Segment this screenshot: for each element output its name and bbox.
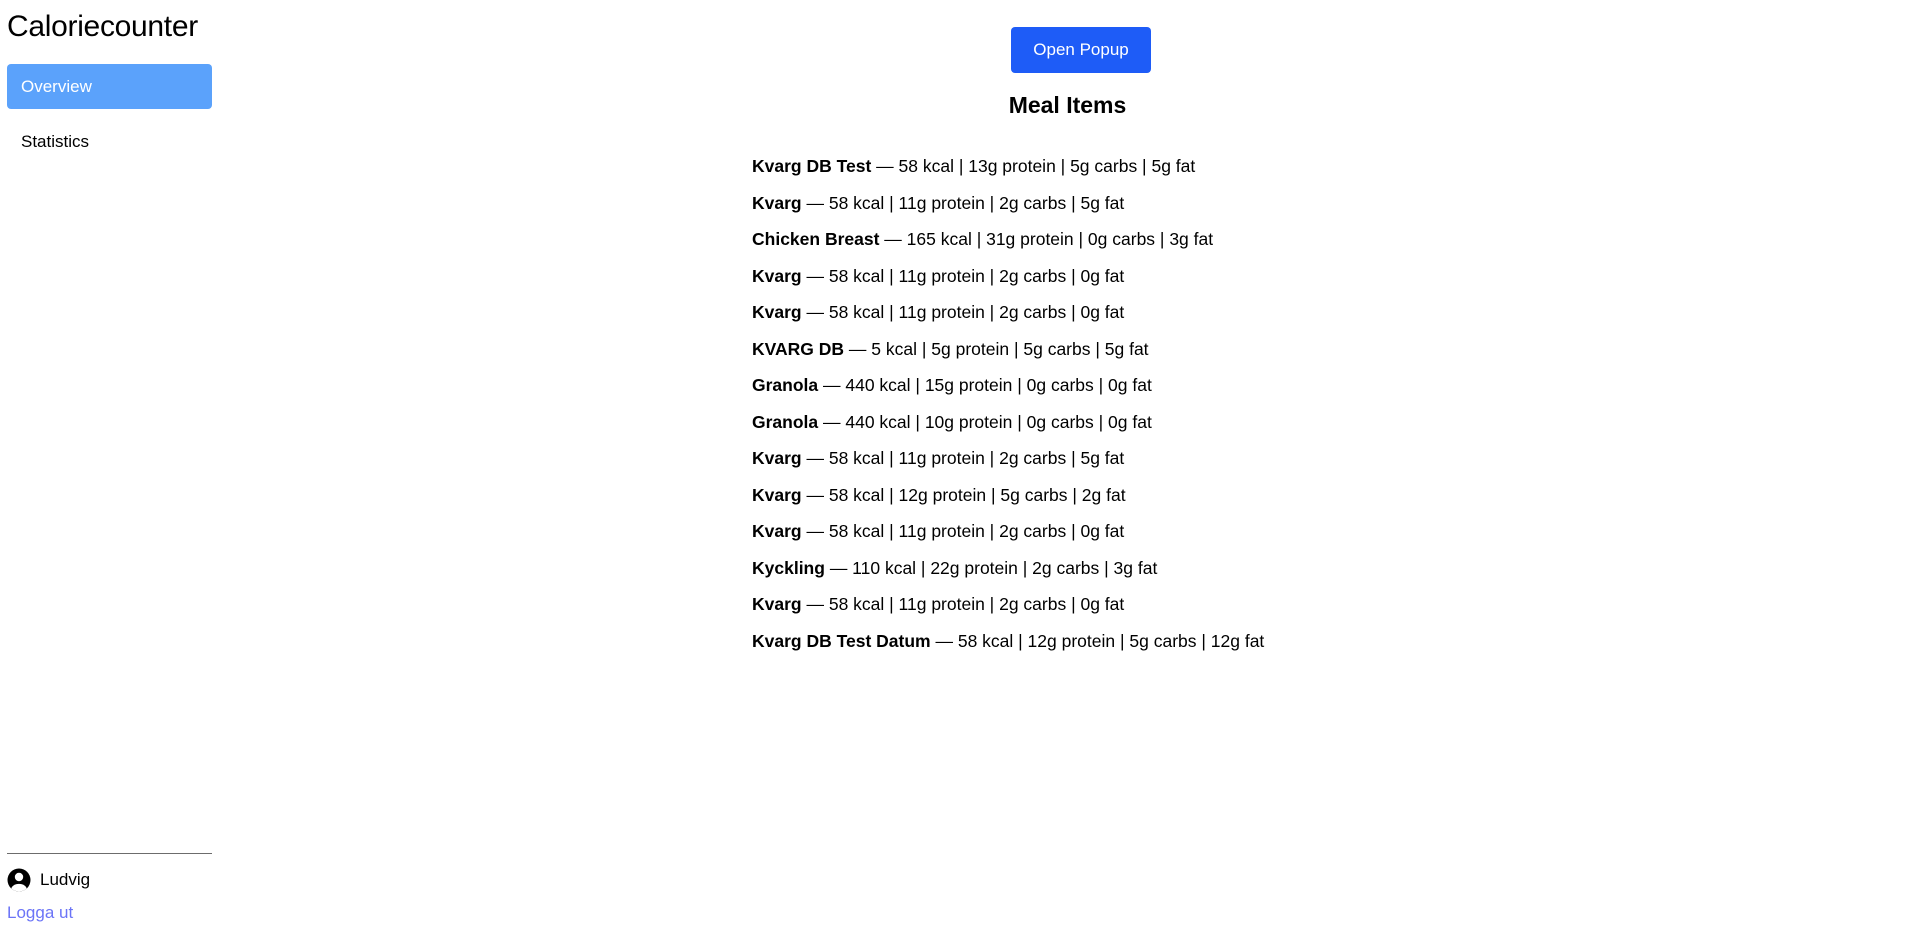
sidebar-divider xyxy=(7,853,212,854)
meal-item-name: Chicken Breast xyxy=(752,229,880,249)
meal-item-details: — 58 kcal | 12g protein | 5g carbs | 2g … xyxy=(801,484,1126,505)
meal-items-list: Kvarg DB Test — 58 kcal | 13g protein | … xyxy=(752,151,1264,662)
meal-item: Kvarg — 58 kcal | 11g protein | 2g carbs… xyxy=(752,443,1264,480)
meal-item-details: — 165 kcal | 31g protein | 0g carbs | 3g… xyxy=(879,229,1214,249)
open-popup-button[interactable]: Open Popup xyxy=(1011,27,1151,73)
meal-item-details: — 58 kcal | 11g protein | 2g carbs | 0g … xyxy=(801,302,1125,322)
meal-item: Kvarg — 58 kcal | 11g protein | 2g carbs… xyxy=(752,297,1264,334)
sidebar-footer: Ludvig Logga ut xyxy=(7,853,212,923)
nav-item-statistics[interactable]: Statistics xyxy=(7,119,212,164)
meal-item-name: Kvarg xyxy=(752,484,802,505)
meal-item-details: — 58 kcal | 13g protein | 5g carbs | 5g … xyxy=(871,156,1196,176)
sidebar-nav: Overview Statistics xyxy=(7,64,212,174)
meal-item-name: Kyckling xyxy=(752,557,825,578)
meal-item: Kvarg — 58 kcal | 11g protein | 2g carbs… xyxy=(752,589,1264,626)
meal-item: Granola — 440 kcal | 10g protein | 0g ca… xyxy=(752,407,1264,444)
logout-link[interactable]: Logga ut xyxy=(7,903,212,923)
meal-item-details: — 440 kcal | 10g protein | 0g carbs | 0g… xyxy=(818,411,1152,432)
user-name: Ludvig xyxy=(40,870,91,889)
meal-item: Kyckling — 110 kcal | 22g protein | 2g c… xyxy=(752,553,1264,590)
meal-item-name: Kvarg xyxy=(752,448,802,468)
meal-item-details: — 440 kcal | 15g protein | 0g carbs | 0g… xyxy=(818,375,1152,395)
meal-item-name: Granola xyxy=(752,375,819,395)
meal-item-name: Kvarg DB Test Datum xyxy=(752,630,931,651)
meal-item: Kvarg DB Test — 58 kcal | 13g protein | … xyxy=(752,151,1264,188)
user-circle-icon xyxy=(7,868,31,892)
meal-item-details: — 58 kcal | 11g protein | 2g carbs | 5g … xyxy=(801,192,1125,213)
meal-item-details: — 110 kcal | 22g protein | 2g carbs | 3g… xyxy=(824,557,1158,578)
nav-item-overview[interactable]: Overview xyxy=(7,64,212,109)
meal-item: Kvarg DB Test Datum — 58 kcal | 12g prot… xyxy=(752,626,1264,663)
meal-item: Kvarg — 58 kcal | 12g protein | 5g carbs… xyxy=(752,480,1264,517)
meal-item-name: Kvarg xyxy=(752,521,802,541)
meal-items-heading: Meal Items xyxy=(1008,92,1127,118)
sidebar: Caloriecounter Overview Statistics Ludvi… xyxy=(0,0,218,925)
meal-item-details: — 5 kcal | 5g protein | 5g carbs | 5g fa… xyxy=(844,338,1149,359)
user-info: Ludvig xyxy=(7,867,212,893)
meal-item: Granola — 440 kcal | 15g protein | 0g ca… xyxy=(752,370,1264,407)
meal-item: Kvarg — 58 kcal | 11g protein | 2g carbs… xyxy=(752,188,1264,225)
meal-item-details: — 58 kcal | 11g protein | 2g carbs | 0g … xyxy=(801,265,1125,286)
meal-item-name: Granola xyxy=(752,411,819,432)
meal-item-name: Kvarg xyxy=(752,265,802,286)
meal-item-name: Kvarg xyxy=(752,594,802,614)
meal-item: KVARG DB — 5 kcal | 5g protein | 5g carb… xyxy=(752,334,1264,371)
meal-item-name: KVARG DB xyxy=(752,338,845,359)
meal-item-details: — 58 kcal | 11g protein | 2g carbs | 0g … xyxy=(801,594,1125,614)
main-content: Open Popup Meal Items Kvarg DB Test — 58… xyxy=(218,0,1917,925)
meal-item: Kvarg — 58 kcal | 11g protein | 2g carbs… xyxy=(752,516,1264,553)
meal-item-name: Kvarg DB Test xyxy=(752,156,872,176)
meal-item-name: Kvarg xyxy=(752,192,802,213)
app-title: Caloriecounter xyxy=(7,10,198,43)
meal-item: Chicken Breast — 165 kcal | 31g protein … xyxy=(752,224,1264,261)
meal-item-details: — 58 kcal | 12g protein | 5g carbs | 12g… xyxy=(930,630,1265,651)
meal-item-details: — 58 kcal | 11g protein | 2g carbs | 5g … xyxy=(801,448,1125,468)
meal-item: Kvarg — 58 kcal | 11g protein | 2g carbs… xyxy=(752,261,1264,298)
meal-item-name: Kvarg xyxy=(752,302,802,322)
meal-item-details: — 58 kcal | 11g protein | 2g carbs | 0g … xyxy=(801,521,1125,541)
